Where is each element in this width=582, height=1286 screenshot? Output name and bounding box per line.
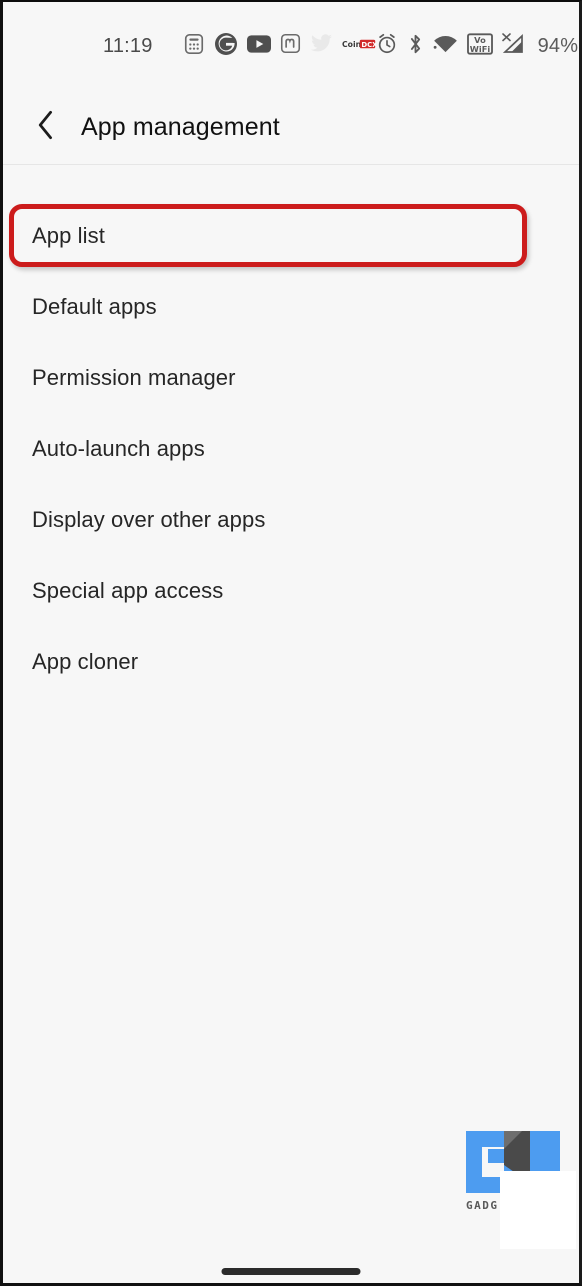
status-bar-left: 11:19 Coin DCX <box>103 32 378 61</box>
calculator-icon <box>183 33 205 60</box>
google-icon <box>214 32 238 61</box>
settings-item-app-cloner[interactable]: App cloner <box>3 637 579 687</box>
watermark: GADG <box>456 1129 576 1249</box>
alarm-icon <box>376 33 398 60</box>
coindcx-icon: Coin DCX <box>342 37 378 55</box>
home-indicator[interactable] <box>221 1268 361 1275</box>
settings-item-app-list[interactable]: App list <box>3 211 579 261</box>
battery-percent-label: 94% <box>537 34 579 57</box>
status-bar: 11:19 Coin DCX Vo WiFi 94% <box>3 2 579 90</box>
phone-screen: 11:19 Coin DCX Vo WiFi 94% App managemen… <box>0 0 582 1286</box>
settings-item-label: Display over other apps <box>32 507 266 532</box>
back-button[interactable] <box>19 100 73 154</box>
youtube-icon <box>246 34 271 58</box>
wifi-icon <box>433 34 458 59</box>
mastodon-icon <box>280 33 301 59</box>
watermark-text: GADG <box>466 1199 499 1212</box>
settings-item-display-over-other-apps[interactable]: Display over other apps <box>3 495 579 545</box>
settings-item-label: Permission manager <box>32 365 236 390</box>
settings-item-auto-launch-apps[interactable]: Auto-launch apps <box>3 424 579 474</box>
settings-item-special-app-access[interactable]: Special app access <box>3 566 579 616</box>
settings-list: App list Default apps Permission manager… <box>3 166 579 1283</box>
cellular-signal-icon <box>501 32 526 60</box>
watermark-occlusion-patch <box>500 1171 576 1249</box>
svg-text:WiFi: WiFi <box>469 43 490 53</box>
svg-text:Coin: Coin <box>342 40 361 49</box>
settings-item-label: Special app access <box>32 578 224 603</box>
status-bar-clock: 11:19 <box>103 34 153 57</box>
page-title: App management <box>81 112 280 141</box>
settings-item-label: Auto-launch apps <box>32 436 205 461</box>
settings-item-label: Default apps <box>32 294 157 319</box>
chevron-left-icon <box>34 110 58 145</box>
notification-icons: Coin DCX <box>183 32 378 61</box>
settings-item-label: App cloner <box>32 649 139 674</box>
bluetooth-icon <box>407 33 424 60</box>
vowifi-icon: Vo WiFi <box>466 32 493 60</box>
app-bar: App management <box>3 90 579 165</box>
settings-item-permission-manager[interactable]: Permission manager <box>3 353 579 403</box>
settings-item-default-apps[interactable]: Default apps <box>3 282 579 332</box>
settings-item-label: App list <box>32 223 105 248</box>
svg-text:DCX: DCX <box>361 41 376 49</box>
twitter-icon <box>310 33 333 59</box>
status-bar-right: Vo WiFi 94% <box>376 32 579 61</box>
